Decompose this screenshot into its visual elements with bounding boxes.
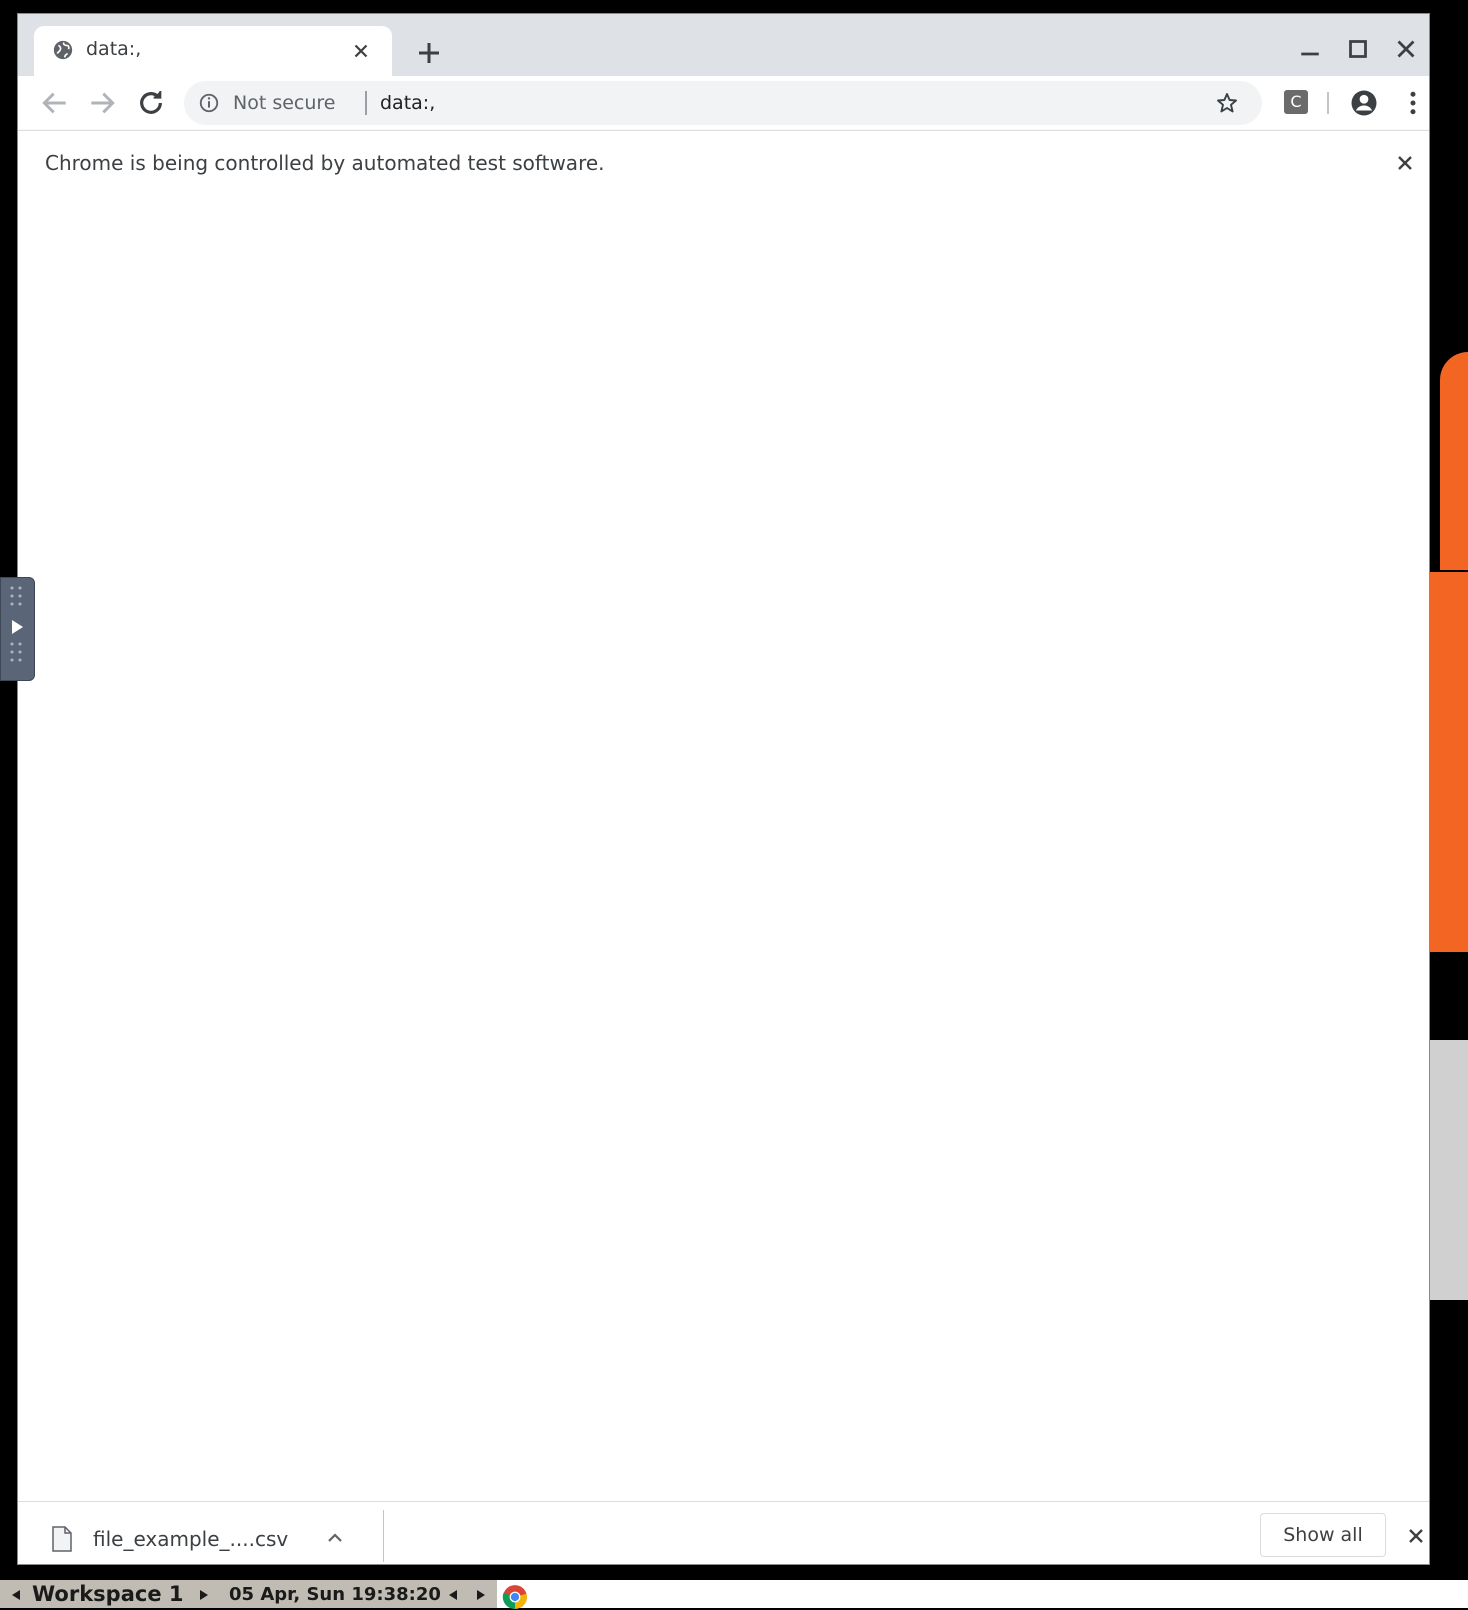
star-icon[interactable] bbox=[1215, 91, 1239, 115]
plus-icon[interactable] bbox=[414, 38, 444, 68]
url-text[interactable]: data:, bbox=[380, 92, 435, 114]
desktop-orange-shape-top bbox=[1440, 352, 1468, 570]
reload-icon[interactable] bbox=[135, 87, 167, 119]
kebab-menu-icon[interactable] bbox=[1398, 88, 1428, 118]
chrome-icon[interactable] bbox=[502, 1584, 528, 1610]
profile-icon[interactable] bbox=[1349, 88, 1379, 118]
info-icon[interactable] bbox=[198, 92, 220, 114]
toolbar-divider bbox=[1327, 92, 1329, 114]
maximize-icon[interactable] bbox=[1343, 34, 1373, 64]
close-icon[interactable] bbox=[1391, 34, 1421, 64]
show-all-button[interactable]: Show all bbox=[1260, 1513, 1386, 1557]
page-content bbox=[18, 195, 1429, 1501]
tab-title: data:, bbox=[86, 38, 142, 60]
tab-active[interactable]: data:, bbox=[34, 26, 392, 76]
arrow-right-icon[interactable] bbox=[86, 87, 118, 119]
play-icon bbox=[12, 620, 23, 634]
tab-close-icon[interactable] bbox=[350, 40, 372, 62]
clock: 05 Apr, Sun 19:38:20 bbox=[229, 1584, 441, 1605]
desktop-gray-shape bbox=[1430, 1040, 1468, 1300]
grip-dots-icon bbox=[10, 642, 22, 662]
side-panel-handle[interactable] bbox=[0, 577, 35, 681]
clock-next-icon[interactable] bbox=[475, 1589, 487, 1601]
download-bar: file_example_....csv Show all bbox=[18, 1501, 1429, 1564]
browser-window: data:, Not secure data:, C Chrome is bei… bbox=[17, 13, 1430, 1565]
extension-icon[interactable]: C bbox=[1284, 90, 1308, 114]
security-label[interactable]: Not secure bbox=[233, 92, 336, 114]
taskbar: Workspace 1 05 Apr, Sun 19:38:20 bbox=[0, 1580, 1468, 1610]
title-bar: data:, bbox=[18, 14, 1429, 76]
infobar-message: Chrome is being controlled by automated … bbox=[45, 151, 605, 175]
grip-dots-icon bbox=[10, 586, 22, 606]
arrow-left-icon[interactable] bbox=[39, 87, 71, 119]
workspace-prev-icon[interactable] bbox=[10, 1589, 22, 1601]
download-file-name[interactable]: file_example_....csv bbox=[93, 1527, 288, 1551]
omnibox-divider bbox=[365, 91, 367, 115]
minimize-icon[interactable] bbox=[1295, 34, 1325, 64]
workspace-label[interactable]: Workspace 1 bbox=[32, 1582, 183, 1606]
clock-prev-icon[interactable] bbox=[447, 1589, 459, 1601]
download-divider bbox=[383, 1510, 384, 1562]
automation-infobar: Chrome is being controlled by automated … bbox=[18, 130, 1429, 195]
taskbar-panel: Workspace 1 05 Apr, Sun 19:38:20 bbox=[0, 1580, 497, 1608]
desktop-orange-shape bbox=[1430, 572, 1468, 952]
toolbar: Not secure data:, C bbox=[18, 76, 1429, 130]
chevron-up-icon[interactable] bbox=[323, 1526, 347, 1550]
download-bar-close-icon[interactable] bbox=[1404, 1524, 1428, 1548]
address-bar[interactable]: Not secure data:, bbox=[184, 81, 1262, 125]
file-icon[interactable] bbox=[51, 1526, 73, 1552]
workspace-next-icon[interactable] bbox=[198, 1589, 210, 1601]
infobar-close-icon[interactable] bbox=[1393, 151, 1417, 175]
globe-icon bbox=[53, 40, 73, 60]
